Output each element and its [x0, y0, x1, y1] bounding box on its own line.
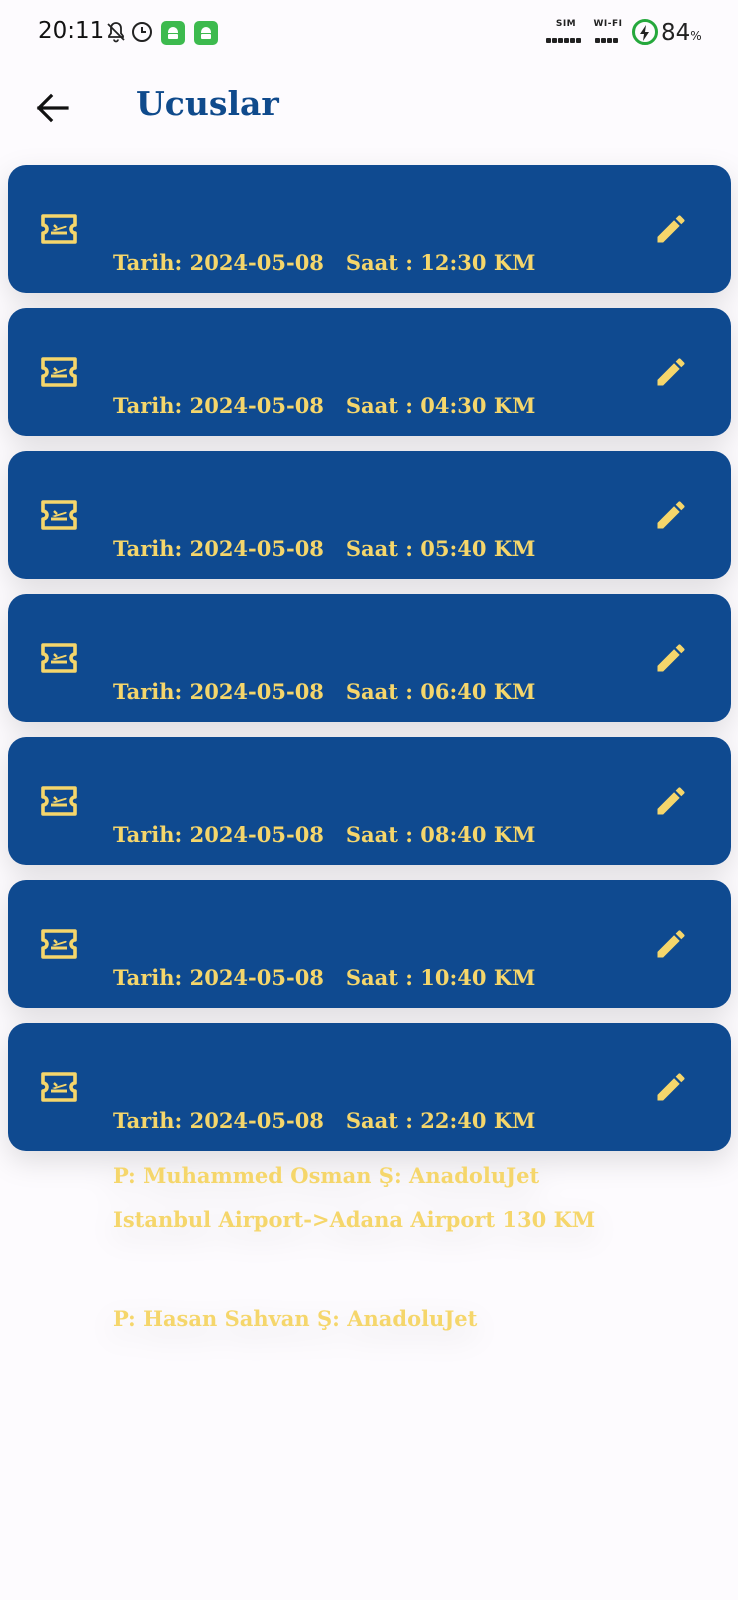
pencil-icon	[657, 930, 685, 958]
status-bar: 20:11 SIM WI-FI 84%	[0, 0, 738, 66]
flight-route: Istanbul Airport->Adana Airport 130 KM	[113, 1207, 596, 1232]
flight-details: Tarih: 2024-05-08 Saat : 22:40 KM Istanb…	[113, 1038, 595, 1401]
flight-date-time: Tarih: 2024-05-08 Saat : 22:40 KM	[113, 1108, 536, 1133]
flight-ticket-icon	[39, 783, 79, 819]
flight-list: Tarih: 2024-05-08 Saat : 12:30 KM Istanb…	[8, 165, 731, 1331]
battery-level: 84%	[661, 20, 702, 46]
edit-button[interactable]	[651, 1067, 691, 1107]
flight-date-time: Tarih: 2024-05-08 Saat : 05:40 KM	[113, 536, 536, 561]
back-button[interactable]	[30, 86, 74, 130]
flight-card[interactable]: Tarih: 2024-05-08 Saat : 10:40 KM Istanb…	[8, 880, 731, 1188]
flight-card[interactable]: Tarih: 2024-05-08 Saat : 05:40 KM Istanb…	[8, 451, 731, 759]
notifications-off-icon	[104, 20, 128, 44]
flight-date-time: Tarih: 2024-05-08 Saat : 06:40 KM	[113, 679, 536, 704]
flight-ticket-icon	[39, 497, 79, 533]
android-app-icon	[161, 21, 185, 45]
flight-card[interactable]: Tarih: 2024-05-08 Saat : 04:30 KM Istanb…	[8, 308, 731, 616]
flight-card[interactable]: Tarih: 2024-05-08 Saat : 06:40 KM Istanb…	[8, 594, 731, 902]
flight-ticket-icon	[39, 211, 79, 247]
sim-signal-icon: SIM	[546, 19, 586, 45]
flight-ticket-icon	[39, 640, 79, 676]
flight-date-time: Tarih: 2024-05-08 Saat : 04:30 KM	[113, 393, 536, 418]
flight-ticket-icon	[39, 926, 79, 962]
pencil-icon	[657, 787, 685, 815]
edit-button[interactable]	[651, 209, 691, 249]
status-time: 20:11	[38, 18, 105, 44]
pencil-icon	[657, 358, 685, 386]
edit-button[interactable]	[651, 495, 691, 535]
pencil-icon	[657, 501, 685, 529]
pencil-icon	[657, 1073, 685, 1101]
edit-button[interactable]	[651, 781, 691, 821]
flight-date-time: Tarih: 2024-05-08 Saat : 12:30 KM	[113, 250, 536, 275]
pencil-icon	[657, 644, 685, 672]
app-bar: Ucuslar	[0, 66, 738, 146]
wifi-icon: WI-FI	[592, 19, 624, 45]
battery-charging-icon	[632, 19, 658, 45]
pencil-icon	[657, 215, 685, 243]
edit-button[interactable]	[651, 638, 691, 678]
flight-card[interactable]: Tarih: 2024-05-08 Saat : 08:40 KM Istanb…	[8, 737, 731, 1045]
flight-ticket-icon	[39, 1069, 79, 1105]
edit-button[interactable]	[651, 352, 691, 392]
alarm-clock-icon	[130, 20, 154, 44]
page-title: Ucuslar	[136, 84, 279, 123]
flight-date-time: Tarih: 2024-05-08 Saat : 08:40 KM	[113, 822, 536, 847]
flight-date-time: Tarih: 2024-05-08 Saat : 10:40 KM	[113, 965, 536, 990]
flight-card[interactable]: Tarih: 2024-05-08 Saat : 22:40 KM Istanb…	[8, 1023, 731, 1331]
arrow-left-icon	[36, 93, 69, 123]
edit-button[interactable]	[651, 924, 691, 964]
flight-ticket-icon	[39, 354, 79, 390]
flight-card[interactable]: Tarih: 2024-05-08 Saat : 12:30 KM Istanb…	[8, 165, 731, 473]
android-app-icon	[194, 21, 218, 45]
flight-passenger-airline: P: Hasan Sahvan Ş: AnadoluJet	[113, 1306, 478, 1331]
